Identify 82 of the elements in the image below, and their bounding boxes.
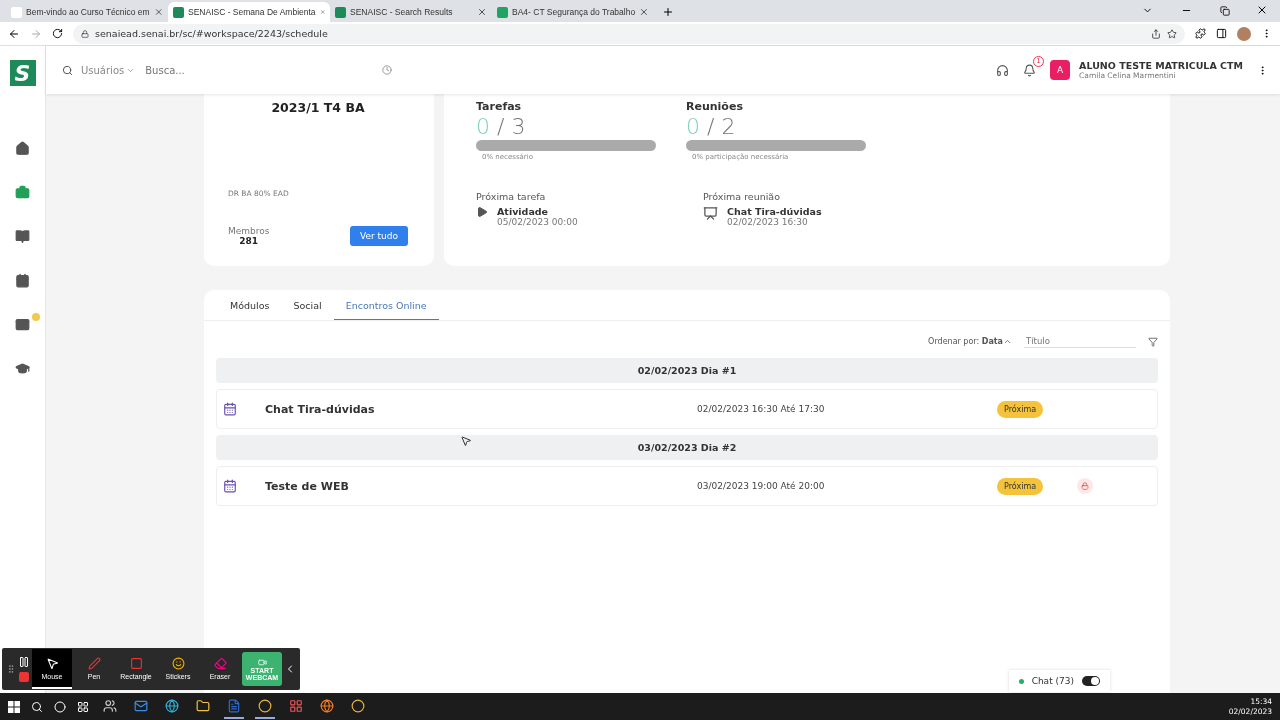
browser-tab[interactable]: BA4- CT Segurança do Trabalho: [492, 2, 654, 22]
event-row[interactable]: Teste de WEB 03/02/2023 19:00 Até 20:00 Próxima: [216, 466, 1158, 506]
day-header: 03/02/2023 Dia #2: [216, 435, 1158, 460]
mouse-icon: [45, 656, 59, 670]
book-icon[interactable]: [15, 228, 30, 244]
sort-ascending-icon: [1003, 337, 1012, 346]
headset-icon[interactable]: [996, 63, 1010, 77]
members-count: 281: [238, 236, 260, 246]
status-dot: [1018, 678, 1024, 684]
next-label: Próxima tarefa: [476, 191, 547, 202]
stat-title: Reuniões: [686, 100, 744, 113]
members-label: Membros: [228, 226, 270, 236]
lock-icon: [81, 29, 89, 38]
course-title: 2023/1 T4 BA: [270, 100, 366, 115]
chat-widget[interactable]: Chat (73): [1008, 670, 1110, 692]
briefcase-icon[interactable]: [15, 184, 30, 200]
tab-favicon-icon: [497, 6, 508, 18]
new-tab-icon[interactable]: [662, 6, 674, 18]
stickers-icon: [171, 656, 185, 670]
view-all-button[interactable]: Ver tudo: [350, 226, 408, 246]
eraser-icon: [213, 656, 227, 670]
widgets-icon[interactable]: [77, 700, 89, 713]
side-panel-icon[interactable]: [1216, 28, 1227, 39]
tab-favicon-icon: [173, 6, 184, 18]
filter-icon[interactable]: [1148, 336, 1158, 347]
close-icon[interactable]: [477, 7, 487, 17]
share-icon[interactable]: [1151, 28, 1161, 39]
event-row[interactable]: Chat Tira-dúvidas 02/02/2023 16:30 Até 17:30 Próxima: [216, 389, 1158, 429]
next-date: 02/02/2023 16:30: [727, 217, 809, 227]
tab[interactable]: Encontros Online: [333, 290, 439, 320]
stat-count: 0 / 3: [476, 114, 527, 139]
camera-icon: [257, 657, 267, 667]
drag-handle-icon[interactable]: [6, 664, 16, 674]
stop-icon[interactable]: [18, 670, 30, 683]
next-label: Próxima reunião: [703, 191, 781, 202]
browser-tab[interactable]: SENAISC - Semana De Ambienta: [168, 2, 330, 22]
stat-count: 0 / 2: [686, 114, 737, 139]
rectangle-icon: [129, 656, 143, 670]
stat-title: Tarefas: [476, 100, 523, 113]
play-icon: [476, 206, 488, 218]
tab[interactable]: Social: [281, 290, 334, 320]
user-name: ALUNO TESTE MATRICULA CTM: [1079, 60, 1243, 71]
pen-icon: [87, 656, 101, 670]
browser-tab[interactable]: Bem-vindo ao Curso Técnico em: [6, 2, 168, 22]
profile-avatar[interactable]: [1237, 26, 1251, 41]
scope-dropdown[interactable]: Usuários: [81, 64, 136, 76]
search-icon[interactable]: [62, 64, 73, 76]
restore-icon[interactable]: [1220, 6, 1230, 16]
title-filter-field[interactable]: Título: [1024, 335, 1136, 348]
back-icon[interactable]: [8, 27, 20, 40]
event-time: 02/02/2023 16:30 Até 17:30: [697, 404, 826, 414]
tab-favicon-icon: [11, 6, 22, 18]
search-field[interactable]: Busca...: [143, 63, 374, 77]
chat-toggle[interactable]: [1082, 676, 1100, 686]
status-badge: Próxima: [997, 400, 1044, 418]
home-icon[interactable]: [15, 140, 30, 156]
pause-icon[interactable]: [18, 655, 30, 668]
next-title: Atividade: [497, 206, 550, 217]
search-icon[interactable]: [31, 700, 43, 713]
meeting-icon: [703, 206, 718, 221]
user-avatar[interactable]: A: [1050, 60, 1071, 80]
bookmark-star-icon[interactable]: [1167, 28, 1177, 39]
close-icon[interactable]: [1256, 4, 1268, 16]
event-title: Chat Tira-dúvidas: [265, 402, 376, 416]
next-title: Chat Tira-dúvidas: [727, 206, 822, 217]
graduation-icon[interactable]: [15, 360, 30, 376]
tab[interactable]: Módulos: [218, 290, 282, 320]
status-badge: Próxima: [997, 477, 1044, 495]
browser-tab[interactable]: SENAISC - Search Results: [330, 2, 492, 22]
day-header: 02/02/2023 Dia #1: [216, 358, 1158, 383]
bell-icon[interactable]: [1023, 63, 1037, 77]
tab-favicon-icon: [335, 6, 346, 18]
task-view-icon[interactable]: [54, 700, 66, 713]
address-bar[interactable]: senaiead.senai.br/sc/#workspace/2243/schedule: [73, 23, 1185, 44]
extensions-icon[interactable]: [1195, 28, 1206, 39]
event-title: Teste de WEB: [265, 479, 350, 493]
app-logo[interactable]: S: [9, 60, 36, 86]
event-time: 03/02/2023 19:00 Até 20:00: [697, 481, 826, 491]
windows-start-icon[interactable]: [8, 700, 20, 713]
next-date: 05/02/2023 00:00: [497, 217, 578, 227]
reload-icon[interactable]: [52, 28, 63, 39]
sort-control[interactable]: Ordenar por: Data: [928, 337, 1012, 346]
